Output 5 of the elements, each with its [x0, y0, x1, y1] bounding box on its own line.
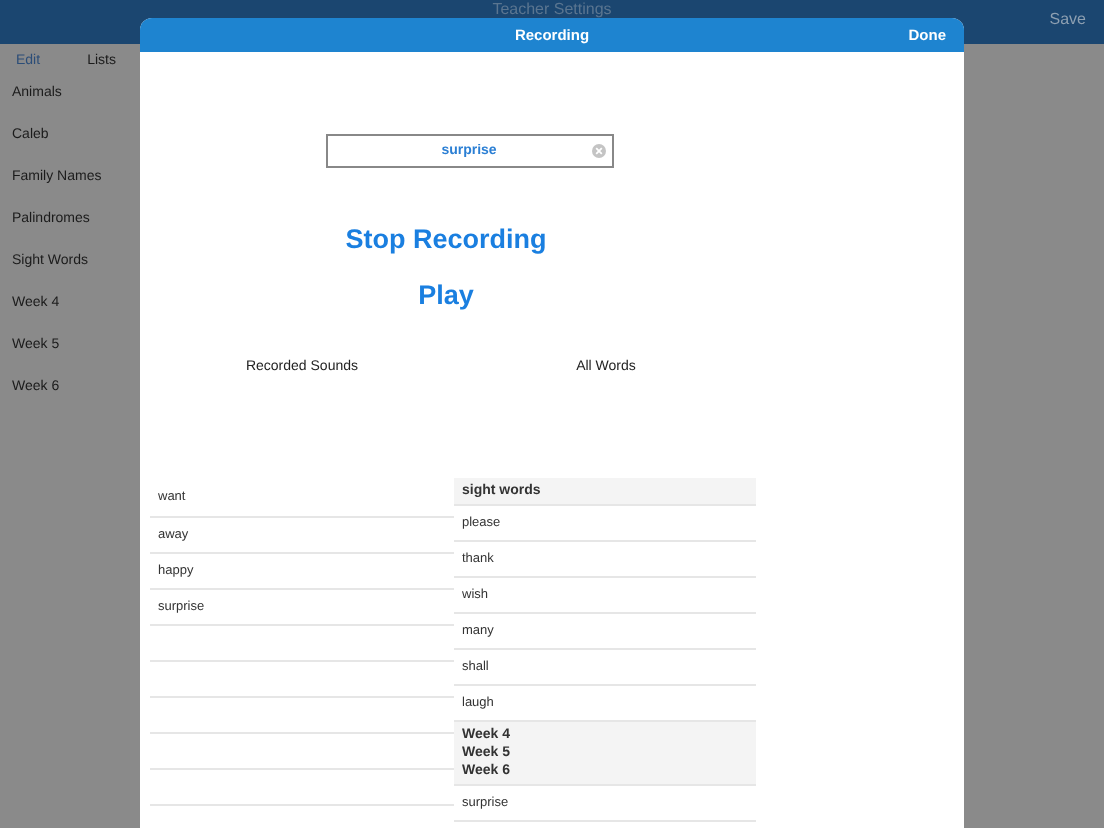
clear-icon[interactable]	[591, 144, 605, 158]
play-button[interactable]: Play	[418, 278, 474, 312]
navigation-title: Teacher Settings	[492, 0, 612, 18]
save-button[interactable]: Save	[1049, 0, 1104, 28]
stop-recording-button[interactable]: Stop Recording	[345, 222, 547, 256]
